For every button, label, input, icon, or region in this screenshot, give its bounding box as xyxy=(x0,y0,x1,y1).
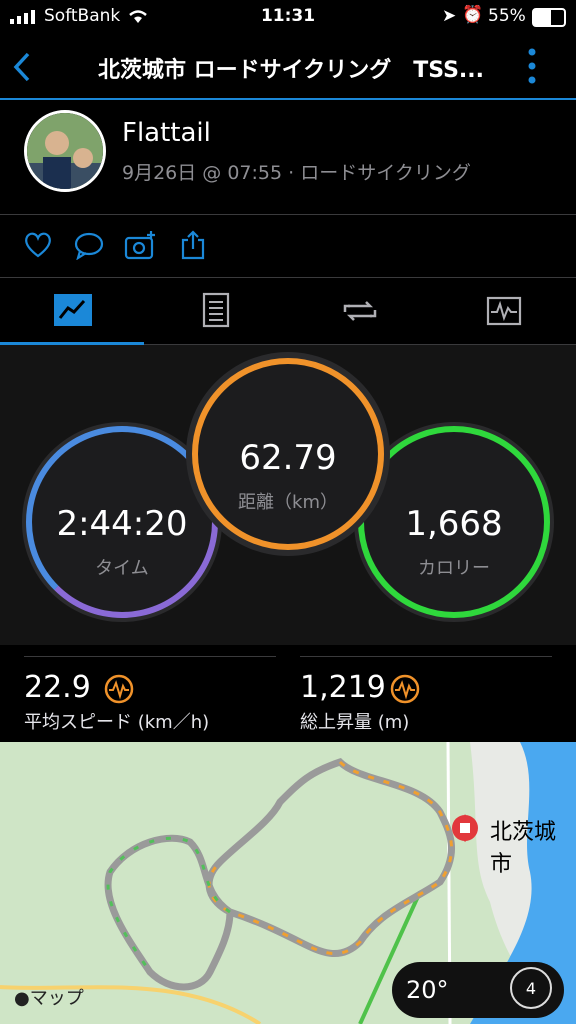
avatar-photo xyxy=(27,113,103,189)
status-bar: SoftBank 11:31 ➤ ⏰ 55% xyxy=(0,0,576,34)
distance-label: 距離（km） xyxy=(238,492,338,513)
distance-value: 62.79 xyxy=(239,438,337,478)
ascent-label: 総上昇量 (m) xyxy=(300,712,410,733)
tab-summary[interactable] xyxy=(0,278,144,344)
tab-details[interactable] xyxy=(144,278,288,344)
calories-label: カロリー xyxy=(418,558,490,579)
calories-ring: 1,668 カロリー xyxy=(358,426,550,618)
tab-charts[interactable] xyxy=(432,278,576,344)
temperature: 20° xyxy=(406,976,449,1004)
divider xyxy=(300,656,552,657)
charts-icon xyxy=(486,296,522,326)
avg-speed-value: 22.9 xyxy=(24,670,91,705)
details-icon xyxy=(202,292,230,328)
activity-subtitle: 9月26日 @ 07:55 · ロードサイクリング xyxy=(122,162,471,184)
calories-value: 1,668 xyxy=(405,504,503,544)
more-options-icon[interactable] xyxy=(526,48,538,84)
apple-logo-icon: ● xyxy=(14,988,30,1009)
map-attribution: ●マップ xyxy=(14,988,84,1009)
map-city-label: 北茨城市 xyxy=(490,820,557,877)
alarm-icon: ⏰ xyxy=(462,5,484,25)
location-icon: ➤ xyxy=(442,6,457,26)
share-icon[interactable] xyxy=(180,230,206,260)
route-map[interactable]: 北茨城市 ●マップ 20° 4 xyxy=(0,742,576,1024)
wind-speed: 4 xyxy=(525,979,537,998)
performance-icon[interactable] xyxy=(390,674,420,704)
back-icon[interactable] xyxy=(10,52,34,82)
add-photo-icon[interactable] xyxy=(124,230,158,260)
header: 北茨城市 ロードサイクリング TSS... xyxy=(0,34,576,98)
wind-indicator: 4 xyxy=(510,967,552,1009)
divider xyxy=(24,656,276,657)
summary-icon xyxy=(54,294,92,326)
header-divider xyxy=(0,98,576,100)
weather-widget[interactable]: 20° 4 xyxy=(392,962,564,1018)
avatar[interactable] xyxy=(24,110,106,192)
battery-percent: 55% xyxy=(488,6,526,26)
time-label: タイム xyxy=(95,558,149,579)
comment-icon[interactable] xyxy=(74,232,104,260)
time-value: 2:44:20 xyxy=(56,504,188,544)
user-name[interactable]: Flattail xyxy=(122,118,211,148)
ascent-value: 1,219 xyxy=(300,670,386,705)
like-icon[interactable] xyxy=(24,232,52,258)
avg-speed-label: 平均スピード (km／h) xyxy=(24,712,210,733)
divider xyxy=(0,214,576,215)
tab-laps[interactable] xyxy=(288,278,432,344)
distance-ring: 62.79 距離（km） xyxy=(192,358,384,550)
activity-title: 北茨城市 ロードサイクリング TSS... xyxy=(97,58,484,83)
time-ring: 2:44:20 タイム xyxy=(26,426,218,618)
performance-icon[interactable] xyxy=(104,674,134,704)
laps-icon xyxy=(343,301,377,321)
battery-icon xyxy=(532,8,566,27)
